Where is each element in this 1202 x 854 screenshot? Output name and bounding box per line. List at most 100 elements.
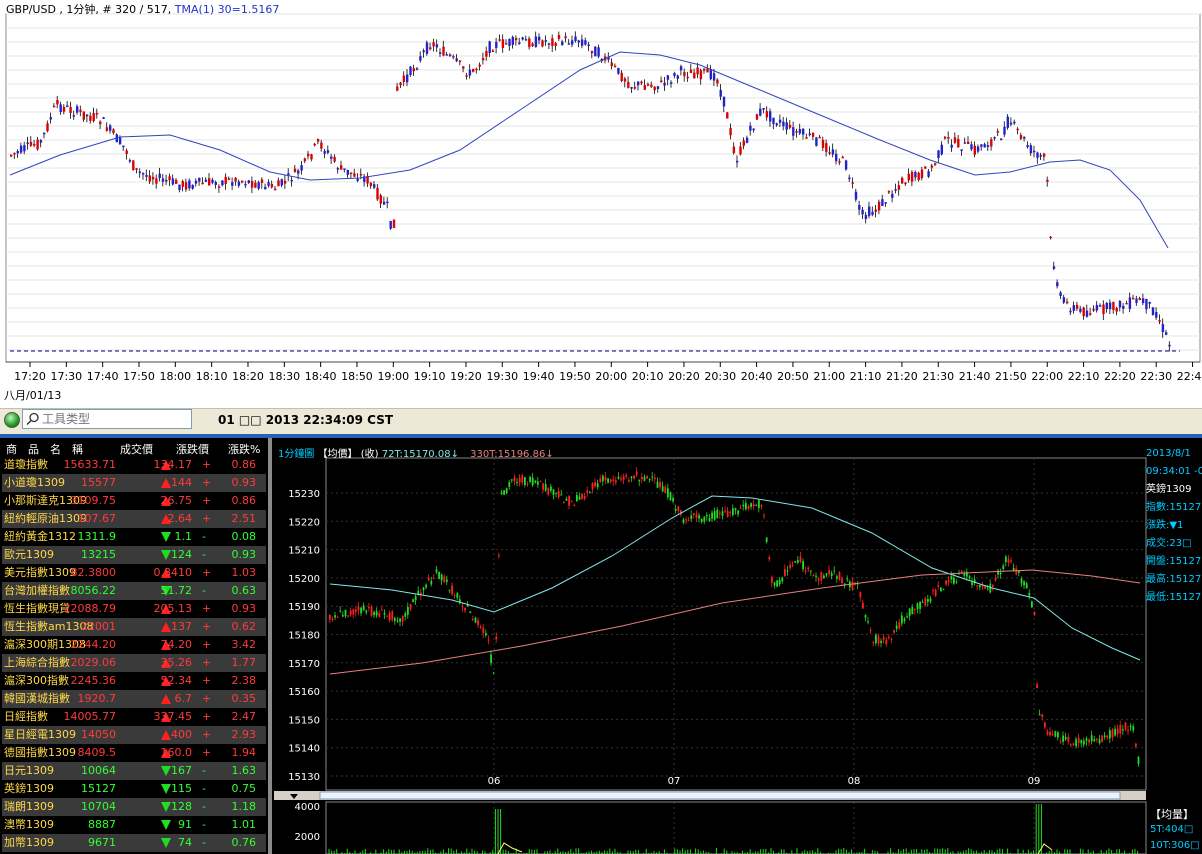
quote-row[interactable]: 韓國漢城指數 1920.7 6.7 +0.35 <box>2 690 266 708</box>
quote-row[interactable]: 小道瓊1309 15577 144 +0.93 <box>2 474 266 492</box>
candle <box>518 477 521 483</box>
quote-row[interactable]: 星日經電1309 14050 400 +2.93 <box>2 726 266 744</box>
search-icon[interactable] <box>26 412 40 426</box>
quote-name: 小道瓊1309 <box>4 476 65 489</box>
quote-row[interactable]: 日經指數 14005.77 337.45 +2.47 <box>2 708 266 726</box>
search-input[interactable] <box>42 409 190 429</box>
info-low: 最低:15127 <box>1146 592 1202 603</box>
candle <box>828 152 831 154</box>
quote-pct: 0.93 <box>231 602 257 615</box>
quote-row[interactable]: 滬深300期1308 2244.20 74.20 +3.42 <box>2 636 266 654</box>
candle <box>602 475 604 482</box>
candle <box>650 84 653 87</box>
quote-row[interactable]: 德國指數1309 8409.5 160.0 +1.94 <box>2 744 266 762</box>
candle <box>440 574 443 581</box>
candle <box>567 43 571 45</box>
quote-change: 115 <box>171 782 192 795</box>
avg-label[interactable]: 【均價】 <box>318 449 358 460</box>
candle <box>1070 744 1072 746</box>
quote-change: 128 <box>171 800 192 813</box>
quote-row[interactable]: 美元指數1309 82.3800 0.8410 +1.03 <box>2 564 266 582</box>
candle <box>1036 152 1039 158</box>
quote-row[interactable]: 恆生指數am1308 22001 137 +0.62 <box>2 618 266 636</box>
candle <box>1114 728 1116 736</box>
quote-pct: 0.93 <box>231 548 257 561</box>
header-price[interactable]: 成交價 <box>120 441 153 457</box>
quote-row[interactable]: 英鎊1309 15127 115- 0.75 <box>2 780 266 799</box>
chart-scrollbar-thumb <box>319 791 1121 800</box>
candle <box>679 66 683 71</box>
candle <box>810 570 812 572</box>
quote-price: 14050 <box>81 728 116 741</box>
candle <box>950 144 953 148</box>
candle <box>646 84 650 86</box>
quote-row[interactable]: 紐約輕原油1309 107.67 2.64 +2.51 <box>2 510 266 528</box>
up-arrow-icon <box>161 694 171 704</box>
candle <box>514 37 518 41</box>
y-tick-label: 15130 <box>288 772 320 783</box>
quote-sign: + <box>202 746 212 759</box>
quote-row[interactable]: 滬深300指數 2245.36 52.34 +2.38 <box>2 672 266 690</box>
candle <box>442 46 445 56</box>
quote-row[interactable]: 澳幣1309 8887 91- 1.01 <box>2 816 266 834</box>
quote-row[interactable]: 小那斯達克1309 3109.75 26.75 +0.86 <box>2 492 266 510</box>
candle <box>1075 304 1079 309</box>
candle <box>752 504 755 507</box>
down-arrow-icon <box>161 532 171 542</box>
candle <box>287 173 290 176</box>
candle <box>1093 739 1096 742</box>
candle <box>267 182 270 186</box>
quote-row[interactable]: 台灣加權指數 8056.22 51.72- 0.63 <box>2 582 266 600</box>
bottom-chart-header: 1分鐘圖 【均價】 (收) 72T:15170.08↓ 330T:15196.8… <box>278 445 554 460</box>
candle <box>689 69 693 73</box>
quote-row[interactable]: 瑞朗1309 10704 128- 1.18 <box>2 798 266 816</box>
candle <box>552 489 555 495</box>
candle <box>43 132 46 135</box>
candle <box>586 490 589 493</box>
candle <box>776 580 778 587</box>
quote-name: 滬深300指數 <box>4 674 69 687</box>
x-tick-label: 18:00 <box>159 370 191 383</box>
candle <box>782 121 785 127</box>
candle <box>706 514 708 517</box>
bottom-chart[interactable]: 15230 15220 15210 15200 15190 15180 15170 15160… <box>272 438 1202 854</box>
quote-row[interactable]: 紐約黃金1312 1311.9 1.1- 0.08 <box>2 528 266 546</box>
candle <box>102 117 105 119</box>
candle <box>412 599 414 603</box>
candle <box>340 165 343 170</box>
quote-row[interactable]: 日元1309 10064 167- 1.63 <box>2 762 266 780</box>
candle <box>307 153 310 157</box>
header-name[interactable]: 商 品 名 稱 <box>6 441 83 457</box>
header-pct[interactable]: 漲跌% <box>228 441 260 457</box>
candle <box>46 123 49 132</box>
status-indicator-icon[interactable] <box>4 412 20 428</box>
interval-tab[interactable]: 1分鐘圖 <box>278 449 314 460</box>
quote-row[interactable]: 加幣1309 9671 74- 0.76 <box>2 834 266 852</box>
candle <box>663 82 666 86</box>
candle <box>359 173 363 176</box>
candle <box>464 608 466 611</box>
candle <box>347 615 349 617</box>
candle <box>703 516 706 522</box>
quote-pct: 0.76 <box>231 836 257 849</box>
candle <box>570 501 573 503</box>
header-change[interactable]: 漲跌價 <box>176 441 209 457</box>
quote-row[interactable]: 歐元1309 13215 124- 0.93 <box>2 546 266 564</box>
top-chart[interactable]: 17:20 17:30 17:40 17:50 18:00 18:10 18:20 18:30… <box>0 0 1202 408</box>
candle <box>597 47 600 57</box>
candle <box>815 137 818 146</box>
candle <box>1085 738 1088 741</box>
candle <box>786 570 789 572</box>
candle <box>250 181 254 188</box>
quote-row[interactable]: 上海綜合指數 2029.06 35.26 +1.77 <box>2 654 266 672</box>
candle <box>625 475 628 477</box>
quote-change: 52.34 <box>160 674 193 687</box>
candle <box>907 173 910 181</box>
quote-pct: 0.86 <box>231 458 257 471</box>
candle <box>505 488 508 493</box>
candle <box>755 114 759 120</box>
quote-row[interactable]: 道瓊指數 15633.71 134.17 +0.86 <box>2 456 266 474</box>
candle <box>557 490 560 498</box>
quote-row[interactable]: 恆生指數現貨 22088.79 205.13 +0.93 <box>2 600 266 618</box>
x-tick-label: 18:20 <box>232 370 264 383</box>
